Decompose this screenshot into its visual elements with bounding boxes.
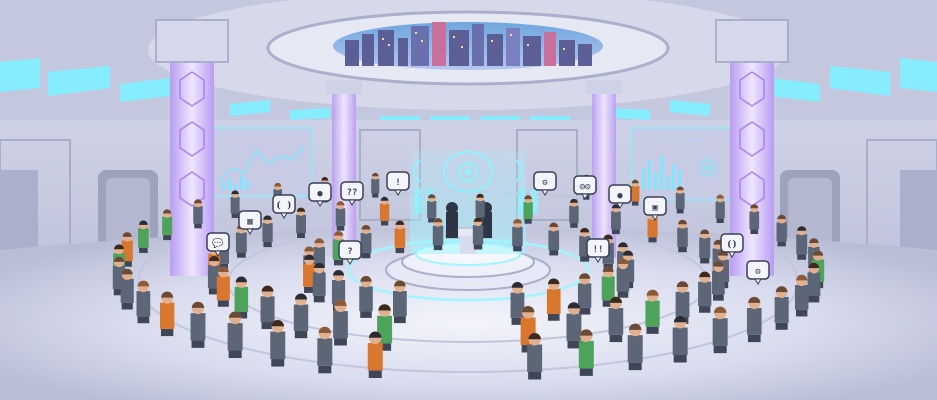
crowd-person xyxy=(162,209,173,241)
crowd-person xyxy=(359,276,373,318)
crowd-person xyxy=(794,274,809,317)
window-right xyxy=(900,170,937,260)
crowd-person xyxy=(807,262,821,303)
crowd-person xyxy=(578,329,594,376)
speech-bubble-symbol: ?? xyxy=(347,188,358,198)
speech-bubble-symbol: ▦ xyxy=(247,217,253,227)
speech-bubble-symbol: 💬 xyxy=(212,237,223,249)
window-left xyxy=(0,170,38,260)
speech-bubble-symbol: ◎◎ xyxy=(580,182,591,192)
crowd-person xyxy=(262,215,273,248)
speech-bubble-symbol: ⚙ xyxy=(754,267,761,277)
speech-bubble-symbol: ⦗⦘ xyxy=(727,239,738,250)
crowd-person xyxy=(715,194,725,223)
crowd-person xyxy=(523,195,533,224)
speech-bubble-symbol: ⚙ xyxy=(541,178,548,188)
speech-bubble-symbol: ! xyxy=(395,178,400,188)
speech-bubble-symbol: ● xyxy=(617,191,623,201)
crowd-person xyxy=(698,271,712,313)
crowd-person xyxy=(616,258,630,298)
crowd-person xyxy=(611,204,621,235)
crowd-person xyxy=(677,219,688,253)
crowd-person xyxy=(712,306,728,354)
crowd-person xyxy=(312,262,326,303)
crowd-person xyxy=(367,331,383,379)
crowd-person xyxy=(630,179,640,206)
crowd-person xyxy=(472,217,484,250)
scene-canvas: — — — — —— —— — ——— —— 💬▦⦗ ⦘● ??!?⚙ ◎◎●▣… xyxy=(0,0,937,400)
crowd-person xyxy=(432,217,444,251)
speech-bubble-symbol: ● xyxy=(317,189,323,199)
crowd-person xyxy=(672,316,688,363)
crowd-person xyxy=(774,286,789,330)
crowd-person xyxy=(120,268,134,310)
crowd-person xyxy=(546,278,561,321)
crowd-person xyxy=(317,326,333,374)
crowd-person xyxy=(270,320,286,367)
crowd-person xyxy=(749,204,760,235)
crowd-person xyxy=(193,199,203,229)
crowd-person xyxy=(712,261,725,301)
crowd-person xyxy=(335,201,346,231)
crowd-person xyxy=(548,222,560,256)
crowd-person xyxy=(527,333,543,380)
crowd-person xyxy=(394,220,406,254)
crowd-person xyxy=(569,198,579,228)
speech-bubble-symbol: !! xyxy=(593,245,604,255)
crowd-person xyxy=(296,207,306,238)
crowd-person xyxy=(427,194,437,223)
crowd-person xyxy=(379,196,390,226)
crowd-person xyxy=(138,220,149,253)
crowd-person xyxy=(136,280,151,324)
speech-bubble-symbol: ▣ xyxy=(652,203,658,213)
crowd-person xyxy=(608,296,624,343)
crowd-person xyxy=(360,224,372,259)
crowd-person xyxy=(512,218,523,252)
crowd-person xyxy=(371,172,380,198)
crowd-person xyxy=(645,289,660,334)
speech-bubble-symbol: ? xyxy=(347,247,352,257)
crowd-person xyxy=(776,214,787,247)
crowd-person xyxy=(796,226,808,260)
crowd-person xyxy=(746,296,762,343)
wall-screen-right-caption: — — — — —— —— — ——— —— xyxy=(638,136,705,142)
crowd-person xyxy=(227,311,243,359)
crowd-person xyxy=(190,301,206,348)
wall-screen-left xyxy=(211,127,313,197)
speech-bubble-symbol: ⦗ ⦘ xyxy=(276,200,292,211)
crowd-person xyxy=(159,291,175,337)
council-chamber-scene: — — — — —— —— — ——— —— 💬 ▦ ⦗ ⦘ ● ?? ! ? … xyxy=(0,0,937,400)
crowd-person xyxy=(333,299,348,346)
crowd-person xyxy=(627,323,643,371)
crowd-person xyxy=(675,186,685,214)
crowd-person xyxy=(699,229,711,264)
crowd-person xyxy=(293,293,309,339)
crowd-person xyxy=(260,285,275,330)
crowd-person xyxy=(392,280,407,324)
crowd-person xyxy=(230,190,240,218)
crowd-person xyxy=(216,266,230,307)
